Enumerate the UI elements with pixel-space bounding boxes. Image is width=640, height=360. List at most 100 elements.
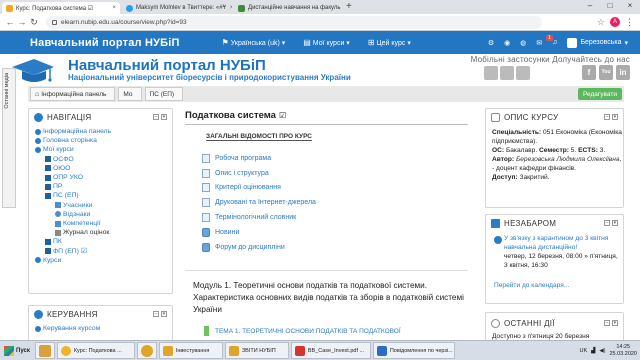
edit-title-icon[interactable]: ☑ bbox=[279, 111, 286, 120]
android-store-icon[interactable] bbox=[500, 66, 514, 80]
back-arrow-icon[interactable]: ← bbox=[4, 17, 16, 27]
linkedin-icon[interactable]: in bbox=[616, 65, 630, 80]
taskbar-item-folder[interactable]: ЗВІТИ НУБІП bbox=[224, 342, 289, 359]
notifications-bell-icon[interactable]: ♫ bbox=[552, 39, 557, 46]
close-tab-icon[interactable]: × bbox=[341, 5, 344, 11]
url-input[interactable]: elearn.nubip.edu.ua/course/view.php?id=9… bbox=[46, 15, 542, 29]
nav-item-current-course[interactable]: ПС (ЕП) bbox=[35, 191, 111, 200]
nav-item-dashboard[interactable]: Інформаційна панель bbox=[35, 127, 111, 136]
badge-icon bbox=[55, 211, 61, 218]
close-tab-icon[interactable]: × bbox=[108, 5, 116, 11]
settings-gear-icon[interactable]: ⚙ bbox=[488, 39, 494, 47]
close-tab-icon[interactable]: × bbox=[226, 5, 232, 11]
facebook-icon[interactable]: f bbox=[582, 65, 596, 80]
nav-item-course[interactable]: ПР bbox=[35, 182, 111, 191]
collapse-block-icon[interactable]: – bbox=[604, 320, 610, 326]
course-cap-icon bbox=[45, 165, 51, 172]
minimize-icon[interactable]: – bbox=[580, 0, 600, 12]
nav-item-courses[interactable]: Курси bbox=[35, 256, 111, 265]
taskbar-item-folder[interactable]: Інвестування bbox=[158, 342, 223, 359]
graduation-cap-logo-icon[interactable] bbox=[10, 57, 56, 85]
windows-store-icon[interactable] bbox=[516, 66, 530, 80]
reload-icon[interactable]: ↻ bbox=[28, 17, 40, 28]
collapse-block-icon[interactable]: – bbox=[604, 114, 610, 120]
browser-tab-course[interactable]: Курс: Податкова система ☑ × bbox=[2, 2, 120, 14]
browser-tab-title: Maksym Molnlev в Твиттере: «#Ұ bbox=[136, 5, 226, 11]
nav-item-course[interactable]: ОПР УКО bbox=[35, 173, 111, 182]
resource-glossary[interactable]: Термінологічний словник bbox=[202, 210, 316, 225]
admin-item-course-management[interactable]: Керування курсом bbox=[35, 324, 100, 333]
windows-logo-icon bbox=[4, 345, 14, 356]
resource-course-forum[interactable]: Форум до дисципліни bbox=[202, 240, 316, 255]
resource-work-program[interactable]: Робоча програма bbox=[202, 151, 316, 166]
start-button[interactable]: Пуск bbox=[1, 343, 33, 359]
language-indicator[interactable]: UK bbox=[580, 348, 588, 354]
nav-item-participants[interactable]: Учасники bbox=[35, 201, 111, 210]
topic-link[interactable]: ТЕМА 1. ТЕОРЕТИЧНІ ОСНОВИ ПОДАТКІВ ТА ПО… bbox=[204, 326, 401, 336]
my-courses-menu[interactable]: ▤ Мої курси ▾ bbox=[303, 38, 350, 47]
resource-grading-criteria[interactable]: Критерії оцінювання bbox=[202, 181, 316, 196]
new-tab-button[interactable]: + bbox=[346, 2, 352, 12]
close-window-icon[interactable]: × bbox=[620, 0, 640, 12]
maximize-icon[interactable]: □ bbox=[600, 0, 620, 12]
breadcrumb-my-courses[interactable]: Мо bbox=[118, 87, 142, 101]
this-course-menu[interactable]: ⊞ Цей курс ▾ bbox=[368, 38, 411, 47]
forward-arrow-icon[interactable]: → bbox=[16, 17, 28, 27]
specialty-line: Спеціальність: 051 Економіка (Економіка … bbox=[492, 129, 622, 145]
taskbar-app-player[interactable] bbox=[136, 342, 157, 359]
edit-button[interactable]: Редагувати bbox=[577, 88, 622, 100]
taskbar-app-explorer[interactable] bbox=[34, 342, 55, 359]
site-title[interactable]: Навчальний портал НУБіП bbox=[68, 57, 266, 74]
resource-description[interactable]: Опис і структура bbox=[202, 166, 316, 181]
go-to-calendar-link[interactable]: Перейти до календаря... bbox=[494, 282, 620, 291]
event-title-link[interactable]: У зв'язку з карантином до 3 квітня навча… bbox=[504, 235, 620, 253]
url-text: elearn.nubip.edu.ua/course/view.php?id=9… bbox=[61, 18, 187, 26]
messages-icon[interactable]: ✉ bbox=[536, 39, 542, 47]
navigation-block-header: НАВІГАЦІЯ – ▾ bbox=[29, 109, 172, 125]
taskbar-item-pdf[interactable]: ВВ_Case_Invest.pdf ... bbox=[290, 342, 371, 359]
nav-item-course[interactable]: ОЮО bbox=[35, 164, 111, 173]
globe-icon[interactable]: ◍ bbox=[520, 39, 526, 47]
course-description-title: ОПИС КУРСУ bbox=[504, 112, 559, 122]
browser-tab-twitter[interactable]: Maksym Molnlev в Твиттере: «#Ұ × bbox=[122, 2, 232, 14]
breadcrumb-course[interactable]: ПС (ЕП) bbox=[144, 87, 184, 101]
nav-item-grades[interactable]: Журнал оцінок bbox=[35, 228, 111, 237]
block-actions-icon[interactable]: ▾ bbox=[612, 320, 618, 326]
nav-item-course[interactable]: ПК bbox=[35, 237, 111, 246]
language-menu[interactable]: ⚑ Українська (uk) ▾ bbox=[222, 38, 286, 47]
block-actions-icon[interactable]: ▾ bbox=[612, 114, 618, 120]
nav-item-my-courses[interactable]: Мої курси bbox=[35, 145, 111, 154]
recent-media-side-tab[interactable]: Останні медіа bbox=[2, 68, 16, 208]
youtube-icon[interactable]: You bbox=[599, 65, 613, 80]
clock[interactable]: 14:25 25.03.2020 bbox=[609, 344, 637, 358]
taskbar-item-browser[interactable]: Курс: Податкова ... bbox=[56, 342, 135, 359]
profile-avatar[interactable]: A bbox=[610, 17, 620, 27]
apple-store-icon[interactable] bbox=[484, 66, 498, 80]
block-actions-icon[interactable]: ▾ bbox=[612, 220, 618, 226]
target-icon[interactable]: ◉ bbox=[504, 39, 510, 47]
user-menu[interactable]: Березовська ▾ bbox=[567, 37, 628, 48]
course-cap-icon bbox=[45, 174, 51, 181]
site-navbar: Навчальний портал НУБіП ⚑ Українська (uk… bbox=[0, 31, 640, 54]
nav-item-course[interactable]: ОСФО bbox=[35, 155, 111, 164]
taskbar-item-word[interactable]: Повідомлення по черзі... bbox=[372, 342, 455, 359]
collapse-block-icon[interactable]: – bbox=[153, 311, 159, 317]
nav-item-home[interactable]: Головна сторінка bbox=[35, 136, 111, 145]
nav-item-course[interactable]: ФП (ЕП) ☑ bbox=[35, 247, 111, 256]
upcoming-events-header: НЕЗАБАРОМ – ▾ bbox=[486, 215, 623, 231]
breadcrumb-dashboard[interactable]: ⌂ Інформаційна панель bbox=[30, 87, 116, 101]
resource-sources[interactable]: Друковані та Інтернет-джерела bbox=[202, 195, 316, 210]
block-actions-icon[interactable]: ▾ bbox=[161, 311, 167, 317]
bookmark-star-icon[interactable]: ☆ bbox=[597, 17, 605, 28]
resource-news-forum[interactable]: Новини bbox=[202, 225, 316, 240]
network-icon[interactable]: ▟ bbox=[591, 348, 595, 354]
browser-tab-distance[interactable]: Дистанційне навчання на факуль × bbox=[234, 2, 344, 14]
collapse-block-icon[interactable]: – bbox=[604, 220, 610, 226]
collapse-block-icon[interactable]: – bbox=[153, 114, 159, 120]
browser-menu-icon[interactable]: ⋮ bbox=[625, 17, 634, 28]
volume-icon[interactable]: ◀) bbox=[599, 348, 605, 354]
nav-item-competencies[interactable]: Компетенції bbox=[35, 219, 111, 228]
navbar-brand[interactable]: Навчальний портал НУБіП bbox=[30, 37, 180, 49]
nav-item-badges[interactable]: Відзнаки bbox=[35, 210, 111, 219]
block-actions-icon[interactable]: ▾ bbox=[161, 114, 167, 120]
